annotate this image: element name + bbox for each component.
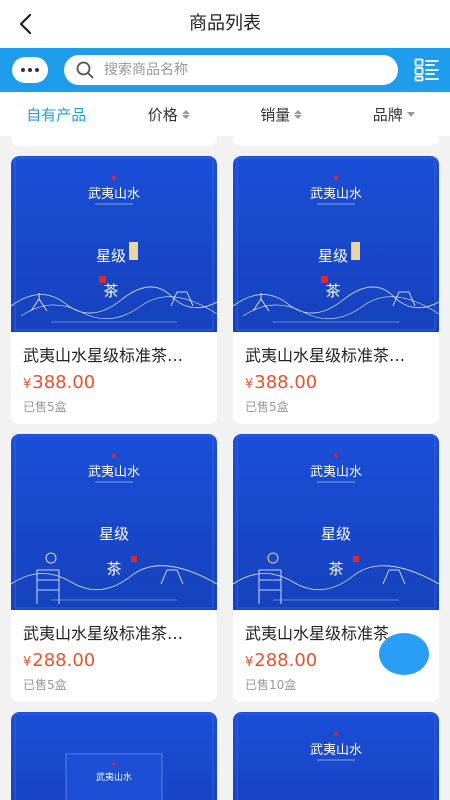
svg-text:武夷山水: 武夷山水: [310, 742, 362, 758]
svg-text:茶: 茶: [328, 560, 343, 578]
tea-box-art: 武夷山水 星级 茶: [233, 157, 439, 331]
price-value: 388.00: [254, 372, 318, 393]
product-image: 武夷山水: [11, 712, 217, 800]
tea-box-art: 武夷山水 星级 茶: [11, 157, 217, 331]
product-image: 武夷山水 星级 茶: [233, 156, 439, 332]
product-card[interactable]: 武夷山水 星级 茶 武夷山水星级标准茶… ¥288.00 已售5盒: [11, 434, 217, 702]
filter-label: 自有产品: [26, 105, 87, 124]
layout-toggle-button[interactable]: [414, 58, 440, 82]
product-price: ¥388.00: [233, 366, 439, 393]
product-card[interactable]: 武夷山水 星级 茶 武夷山水星级标准茶… ¥388.00 已售5盒: [233, 156, 439, 424]
price-value: 388.00: [32, 372, 96, 393]
svg-text:茶: 茶: [325, 282, 340, 300]
product-card-partial[interactable]: [233, 136, 439, 146]
filter-price[interactable]: 价格: [113, 92, 226, 136]
search-bar: [0, 48, 450, 92]
svg-text:茶: 茶: [103, 282, 118, 300]
search-input[interactable]: [104, 62, 364, 78]
sort-icon: [181, 109, 190, 119]
product-card[interactable]: 武夷山水: [11, 712, 217, 800]
product-image: 武夷山水 星级 茶: [233, 434, 439, 610]
chevron-down-icon: [406, 111, 415, 117]
svg-text:星级: 星级: [96, 247, 126, 265]
svg-text:星级: 星级: [318, 247, 348, 265]
svg-text:星级: 星级: [99, 525, 129, 543]
list-grid-icon: [414, 58, 439, 82]
product-name: 武夷山水星级标准茶…: [23, 346, 184, 365]
tea-box-art: 武夷山水: [236, 713, 436, 800]
svg-text:武夷山水: 武夷山水: [310, 186, 362, 202]
search-icon: [76, 61, 94, 79]
product-image: 武夷山水 星级 茶: [11, 156, 217, 332]
currency-symbol: ¥: [23, 655, 32, 670]
page-title: 商品列表: [189, 13, 261, 34]
filter-bar: 自有产品 价格 销量 品牌: [0, 92, 450, 136]
sold-count: 已售5盒: [245, 400, 289, 414]
currency-symbol: ¥: [245, 655, 254, 670]
dot-icon: [28, 68, 32, 72]
product-image: 武夷山水 星级 茶: [11, 434, 217, 610]
product-name: 武夷山水星级标准茶…: [245, 346, 406, 365]
sort-icon: [294, 109, 303, 119]
floating-action-button[interactable]: [379, 633, 429, 675]
svg-text:茶: 茶: [106, 560, 121, 578]
filter-own-products[interactable]: 自有产品: [0, 92, 113, 136]
sold-count: 已售5盒: [23, 678, 67, 692]
product-name: 武夷山水星级标准茶…: [23, 624, 184, 643]
product-card-partial[interactable]: [11, 136, 217, 146]
product-price: ¥388.00: [11, 366, 217, 393]
svg-text:武夷山水: 武夷山水: [88, 464, 140, 480]
dot-icon: [35, 68, 39, 72]
tea-box-art: 武夷山水 星级 茶: [11, 435, 217, 609]
currency-symbol: ¥: [245, 377, 254, 392]
svg-text:武夷山水: 武夷山水: [88, 186, 140, 202]
product-grid: 武夷山水 星级 茶 武夷山水星级标准茶… ¥388.00 已售5盒 武夷山水 星…: [0, 136, 450, 800]
svg-text:星级: 星级: [321, 525, 351, 543]
filter-brand[interactable]: 品牌: [338, 92, 450, 136]
filter-label: 品牌: [372, 105, 403, 124]
filter-sales[interactable]: 销量: [225, 92, 338, 136]
product-price: ¥288.00: [11, 644, 217, 671]
filter-label: 价格: [147, 105, 178, 124]
product-card[interactable]: 武夷山水: [233, 712, 439, 800]
product-card[interactable]: 武夷山水 星级 茶 武夷山水星级标准茶… ¥388.00 已售5盒: [11, 156, 217, 424]
product-image: 武夷山水: [233, 712, 439, 800]
more-options-button[interactable]: [12, 57, 48, 83]
filter-label: 销量: [260, 105, 291, 124]
search-box[interactable]: [64, 55, 398, 85]
svg-text:武夷山水: 武夷山水: [96, 771, 132, 783]
tea-box-art: 武夷山水: [14, 713, 214, 800]
tea-box-art: 武夷山水 星级 茶: [233, 435, 439, 609]
title-bar: 商品列表: [0, 0, 450, 48]
sold-count: 已售5盒: [23, 400, 67, 414]
svg-text:武夷山水: 武夷山水: [310, 464, 362, 480]
price-value: 288.00: [32, 650, 96, 671]
currency-symbol: ¥: [23, 377, 32, 392]
price-value: 288.00: [254, 650, 318, 671]
dot-icon: [21, 68, 25, 72]
